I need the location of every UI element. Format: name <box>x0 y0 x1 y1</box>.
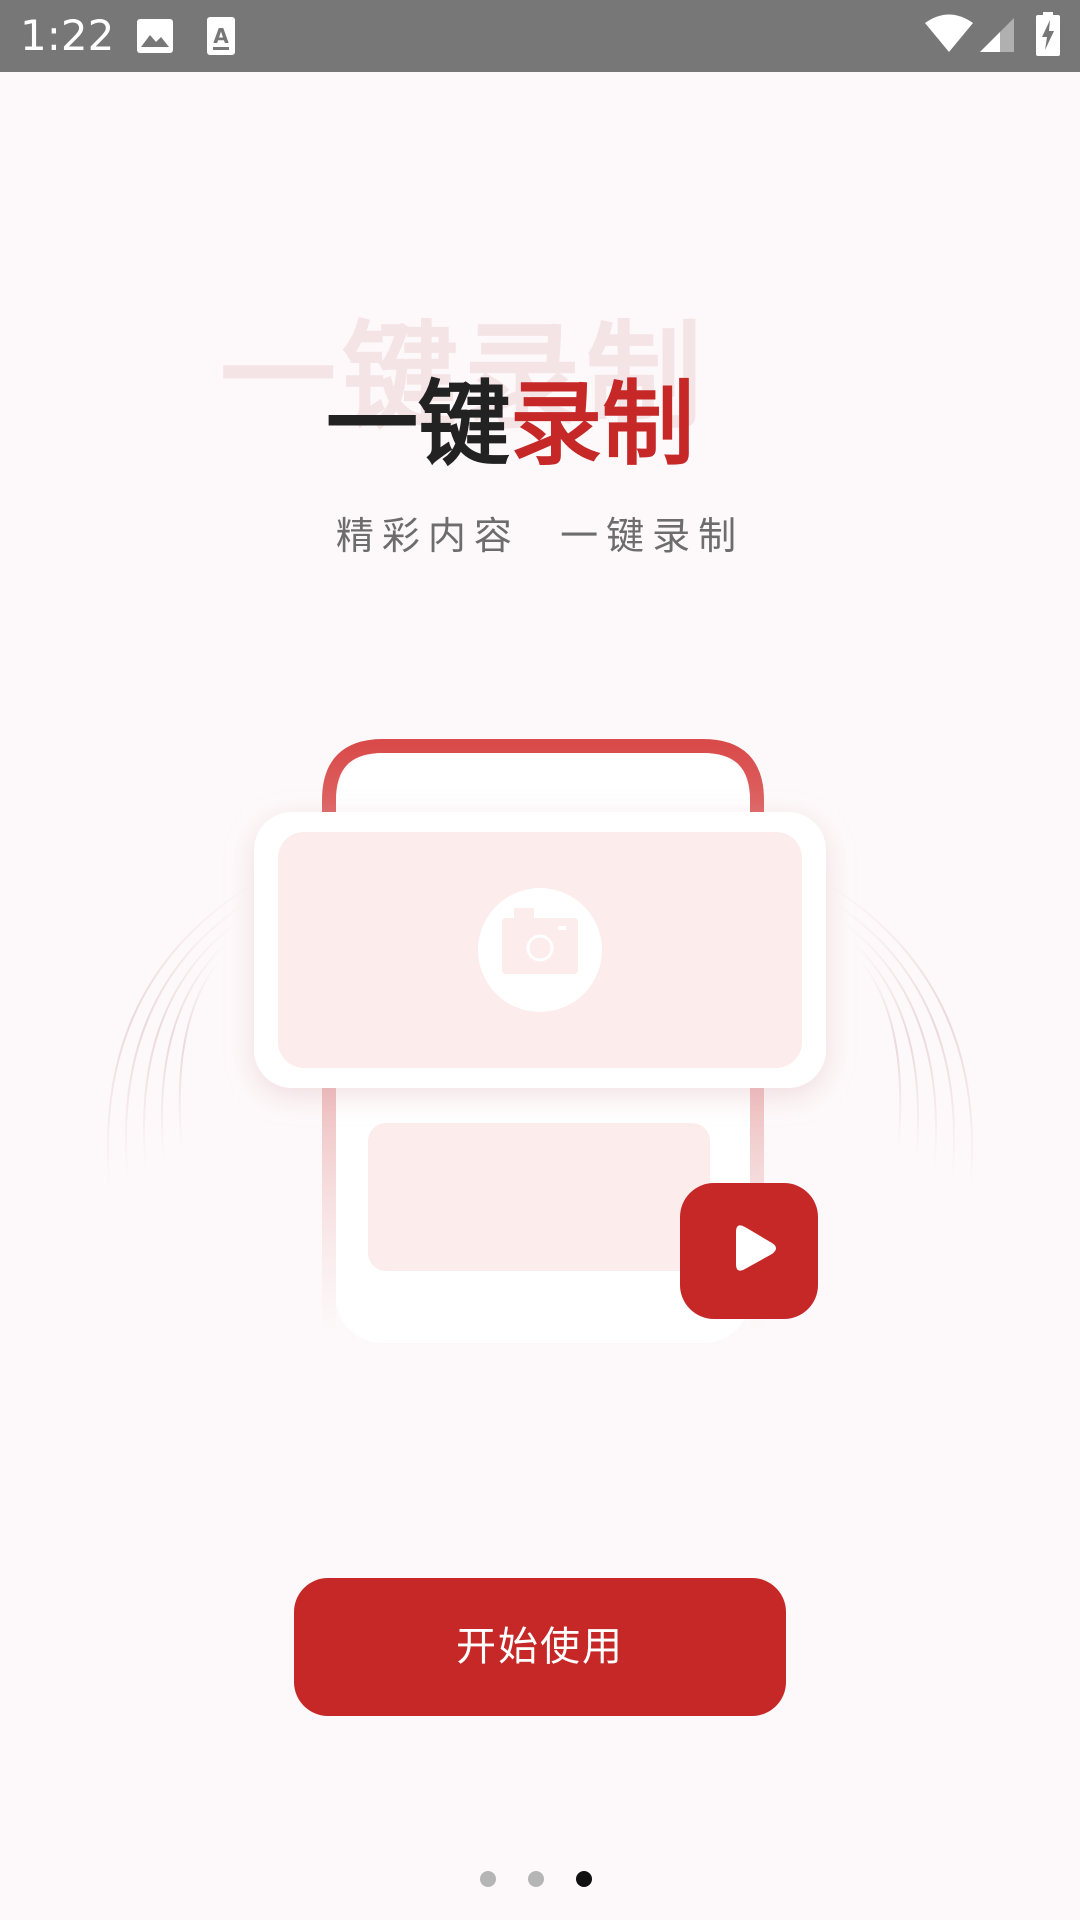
image-icon <box>137 19 173 53</box>
play-button <box>680 1183 818 1319</box>
headline-red-text: 录制 <box>510 371 695 478</box>
status-bar: 1:22 A <box>0 0 1080 72</box>
page-dot-3[interactable] <box>576 1871 592 1887</box>
status-time: 1:22 <box>20 11 115 60</box>
battery-charging-icon <box>1036 12 1060 56</box>
svg-text:A: A <box>213 24 229 48</box>
record-illustration <box>106 739 974 1347</box>
headline: 一键录制 <box>326 370 694 480</box>
subtitle: 精彩内容 一键录制 <box>335 514 745 558</box>
start-using-button[interactable]: 开始使用 <box>294 1578 786 1716</box>
signal-icon <box>980 18 1014 52</box>
right-ripple-arcs <box>819 879 974 1191</box>
headline-dark-text: 一键 <box>326 371 511 478</box>
page-dot-2[interactable] <box>528 1871 544 1887</box>
left-ripple-arcs <box>106 879 261 1191</box>
phone-content-block <box>368 1123 710 1271</box>
wifi-icon <box>925 14 973 52</box>
page-dot-1[interactable] <box>480 1871 496 1887</box>
onboarding-screen: 1:22 A 一键录制 一键录制 精彩内容 一键录制 开始使用 <box>0 0 1080 1920</box>
keyboard-a-icon: A <box>207 17 235 55</box>
page-indicator <box>480 1868 600 1890</box>
